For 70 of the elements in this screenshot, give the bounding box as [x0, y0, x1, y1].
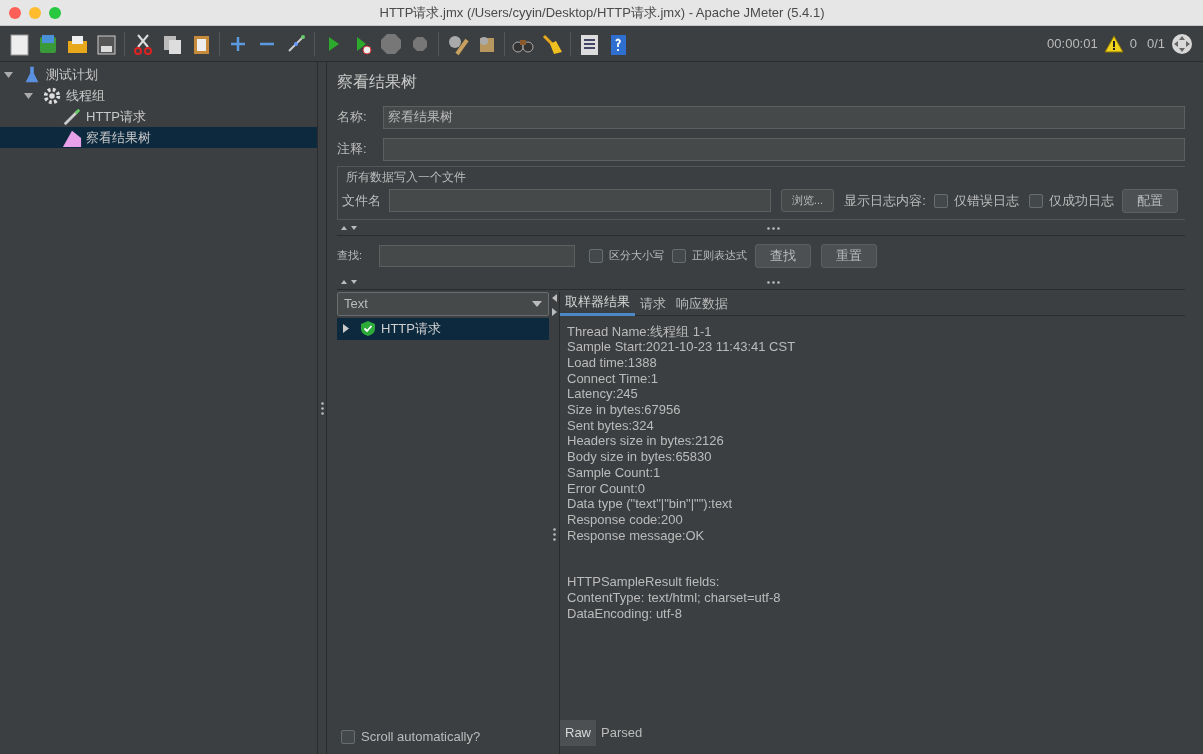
section-title: 所有数据写入一个文件 — [346, 170, 466, 184]
pipette-icon — [62, 106, 82, 127]
result-line: Data type ("text"|"bin"|""):text — [567, 496, 734, 512]
checkbox[interactable] — [1028, 193, 1043, 208]
thread-count: 0/1 — [1146, 34, 1165, 53]
checkbox-label: 仅错误日志 — [953, 191, 1019, 210]
tree-item[interactable]: HTTP请求 — [0, 106, 317, 127]
checkbox[interactable] — [933, 193, 948, 208]
expanded-arrow-icon[interactable] — [24, 92, 33, 99]
elapsed-time: 00:00:01 — [1047, 34, 1098, 53]
checkbox-label: 仅成功日志 — [1048, 191, 1114, 210]
warning-icon[interactable] — [1103, 34, 1124, 53]
checkbox-label: 区分大小写 — [609, 248, 664, 264]
result-item[interactable]: HTTP请求 — [337, 317, 549, 340]
search-label: 查找: — [337, 248, 364, 264]
configure-button[interactable]: 配置 — [1121, 188, 1178, 213]
name-label: 名称: — [337, 108, 368, 127]
result-line: Connect Time:1 — [567, 370, 660, 387]
renderer-dropdown[interactable]: Text — [337, 291, 549, 316]
result-line: Body size in bytes:65830 — [567, 449, 713, 465]
splitter-grip-icon[interactable] — [552, 528, 556, 542]
result-line: Size in bytes:67956 — [567, 402, 682, 418]
error-count: 0 — [1129, 34, 1137, 53]
tree-item[interactable]: 测试计划 — [0, 64, 317, 85]
result-line: ContentType: text/html; charset=utf-8 — [567, 590, 782, 606]
splitter-grip-icon[interactable] — [320, 401, 324, 415]
tree-item[interactable]: 察看结果树 — [0, 127, 317, 148]
result-line: Sample Start:2021-10-23 11:43:41 CST — [567, 339, 797, 355]
expanded-arrow-icon[interactable] — [4, 71, 13, 78]
result-line: DataEncoding: utf-8 — [567, 605, 683, 622]
file-name-label: 文件名 — [342, 191, 381, 210]
splitter-grip-icon[interactable] — [766, 280, 780, 284]
gear-icon — [42, 85, 62, 106]
result-line: Response code:200 — [567, 511, 684, 528]
checkbox[interactable] — [672, 248, 686, 263]
tab[interactable]: Parsed — [596, 720, 648, 746]
result-line: HTTPSampleResult fields: — [567, 574, 721, 591]
reset-button[interactable]: 重置 — [821, 243, 877, 268]
circle-arrows-icon[interactable] — [1171, 32, 1193, 55]
find-button[interactable]: 查找 — [755, 243, 811, 268]
tree-item[interactable]: 线程组 — [0, 85, 317, 106]
result-line: Sent bytes:324 — [567, 417, 655, 434]
search-field[interactable] — [379, 244, 575, 267]
close-window-button[interactable] — [9, 6, 21, 19]
result-line: Load time:1388 — [567, 354, 658, 371]
result-line: Thread Name:线程组 1-1 — [567, 323, 713, 340]
checkbox[interactable] — [589, 248, 603, 263]
comment-field[interactable] — [383, 137, 1185, 161]
result-line: Sample Count:1 — [567, 464, 662, 481]
result-line: Latency:245 — [567, 386, 639, 402]
result-line: Error Count:0 — [567, 480, 647, 497]
checkbox-label: 正则表达式 — [692, 248, 747, 264]
checkbox[interactable] — [341, 730, 355, 744]
result-line: Headers size in bytes:2126 — [567, 433, 725, 450]
collapsed-arrow-icon[interactable] — [343, 324, 349, 333]
checkbox-label: Scroll automatically? — [361, 728, 481, 747]
tab[interactable]: 请求 — [635, 291, 671, 316]
name-field[interactable]: 察看结果树 — [383, 105, 1185, 129]
splitter-grip-icon[interactable] — [766, 226, 780, 230]
tab[interactable]: Raw — [560, 720, 596, 746]
window-title: HTTP请求.jmx (/Users/cyyin/Desktop/HTTP请求.jmx) - Apache JMeter (5.4.1) — [379, 3, 825, 22]
panel-title: 察看结果树 — [337, 72, 417, 92]
file-name-field[interactable] — [389, 189, 771, 212]
result-line: Response message:OK — [567, 527, 706, 544]
caret-icon — [532, 300, 542, 307]
comment-label: 注释: — [337, 140, 368, 159]
splitter-arrows-icon[interactable] — [551, 293, 557, 316]
tab[interactable]: 响应数据 — [671, 291, 733, 316]
log-content-label: 显示日志内容: — [844, 191, 926, 210]
browse-button[interactable]: 浏览... — [781, 189, 835, 212]
